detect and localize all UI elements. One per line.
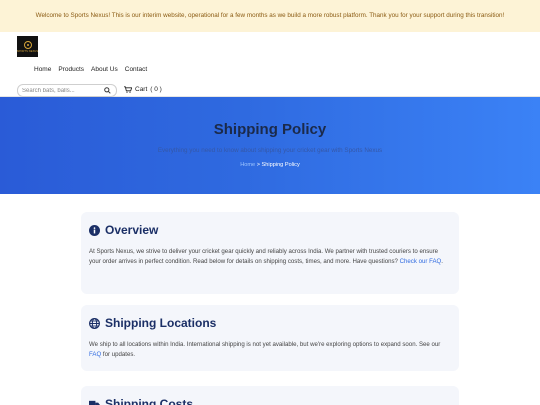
shipping-costs-section: Shipping Costs	[81, 386, 459, 405]
breadcrumb-current: Shipping Policy	[261, 162, 300, 168]
overview-section: Overview At Sports Nexus, we strive to d…	[81, 212, 459, 294]
overview-title: Overview	[105, 223, 159, 237]
page-subtitle: Everything you need to know about shippi…	[157, 147, 383, 154]
overview-heading: Overview	[89, 223, 451, 237]
search-box	[17, 84, 117, 97]
overview-end: .	[441, 257, 443, 265]
locations-faq-link[interactable]: FAQ	[89, 351, 101, 358]
truck-icon	[89, 400, 100, 405]
breadcrumb-home[interactable]: Home	[240, 162, 255, 168]
costs-heading: Shipping Costs	[89, 397, 451, 405]
hero-banner: Shipping Policy Everything you need to k…	[0, 97, 540, 194]
cart-label: Cart	[135, 86, 148, 93]
logo-text: SPORTS NEXUS	[16, 49, 39, 53]
site-logo[interactable]: SPORTS NEXUS	[17, 36, 38, 57]
overview-body: At Sports Nexus, we strive to deliver yo…	[89, 248, 439, 265]
announcement-banner: Welcome to Sports Nexus! This is our int…	[0, 0, 540, 32]
locations-title: Shipping Locations	[105, 316, 217, 330]
globe-icon	[89, 317, 100, 329]
locations-body: We ship to all locations within India. I…	[89, 341, 441, 348]
main-nav: Home Products About Us Contact	[34, 66, 147, 73]
nav-contact[interactable]: Contact	[125, 66, 147, 73]
breadcrumb: Home > Shipping Policy	[0, 162, 540, 168]
nav-products[interactable]: Products	[58, 66, 84, 73]
site-header: SPORTS NEXUS Home Products About Us Cont…	[0, 32, 540, 97]
cart-count: ( 0 )	[150, 86, 162, 93]
search-icon[interactable]	[104, 87, 111, 94]
costs-title: Shipping Costs	[105, 397, 193, 405]
shipping-locations-section: Shipping Locations We ship to all locati…	[81, 305, 459, 371]
info-circle-icon	[89, 224, 100, 236]
cart-icon	[124, 86, 132, 93]
locations-end: for updates.	[101, 350, 136, 358]
cart-link[interactable]: Cart ( 0 )	[124, 86, 162, 93]
locations-heading: Shipping Locations	[89, 316, 451, 330]
nav-home[interactable]: Home	[34, 66, 51, 73]
locations-text: We ship to all locations within India. I…	[89, 340, 451, 359]
nav-about-us[interactable]: About Us	[91, 66, 118, 73]
search-input[interactable]	[22, 87, 104, 94]
logo-emblem	[23, 40, 32, 49]
overview-faq-link[interactable]: Check our FAQ	[400, 258, 442, 265]
page-title: Shipping Policy	[213, 121, 327, 138]
overview-text: At Sports Nexus, we strive to deliver yo…	[89, 247, 451, 266]
